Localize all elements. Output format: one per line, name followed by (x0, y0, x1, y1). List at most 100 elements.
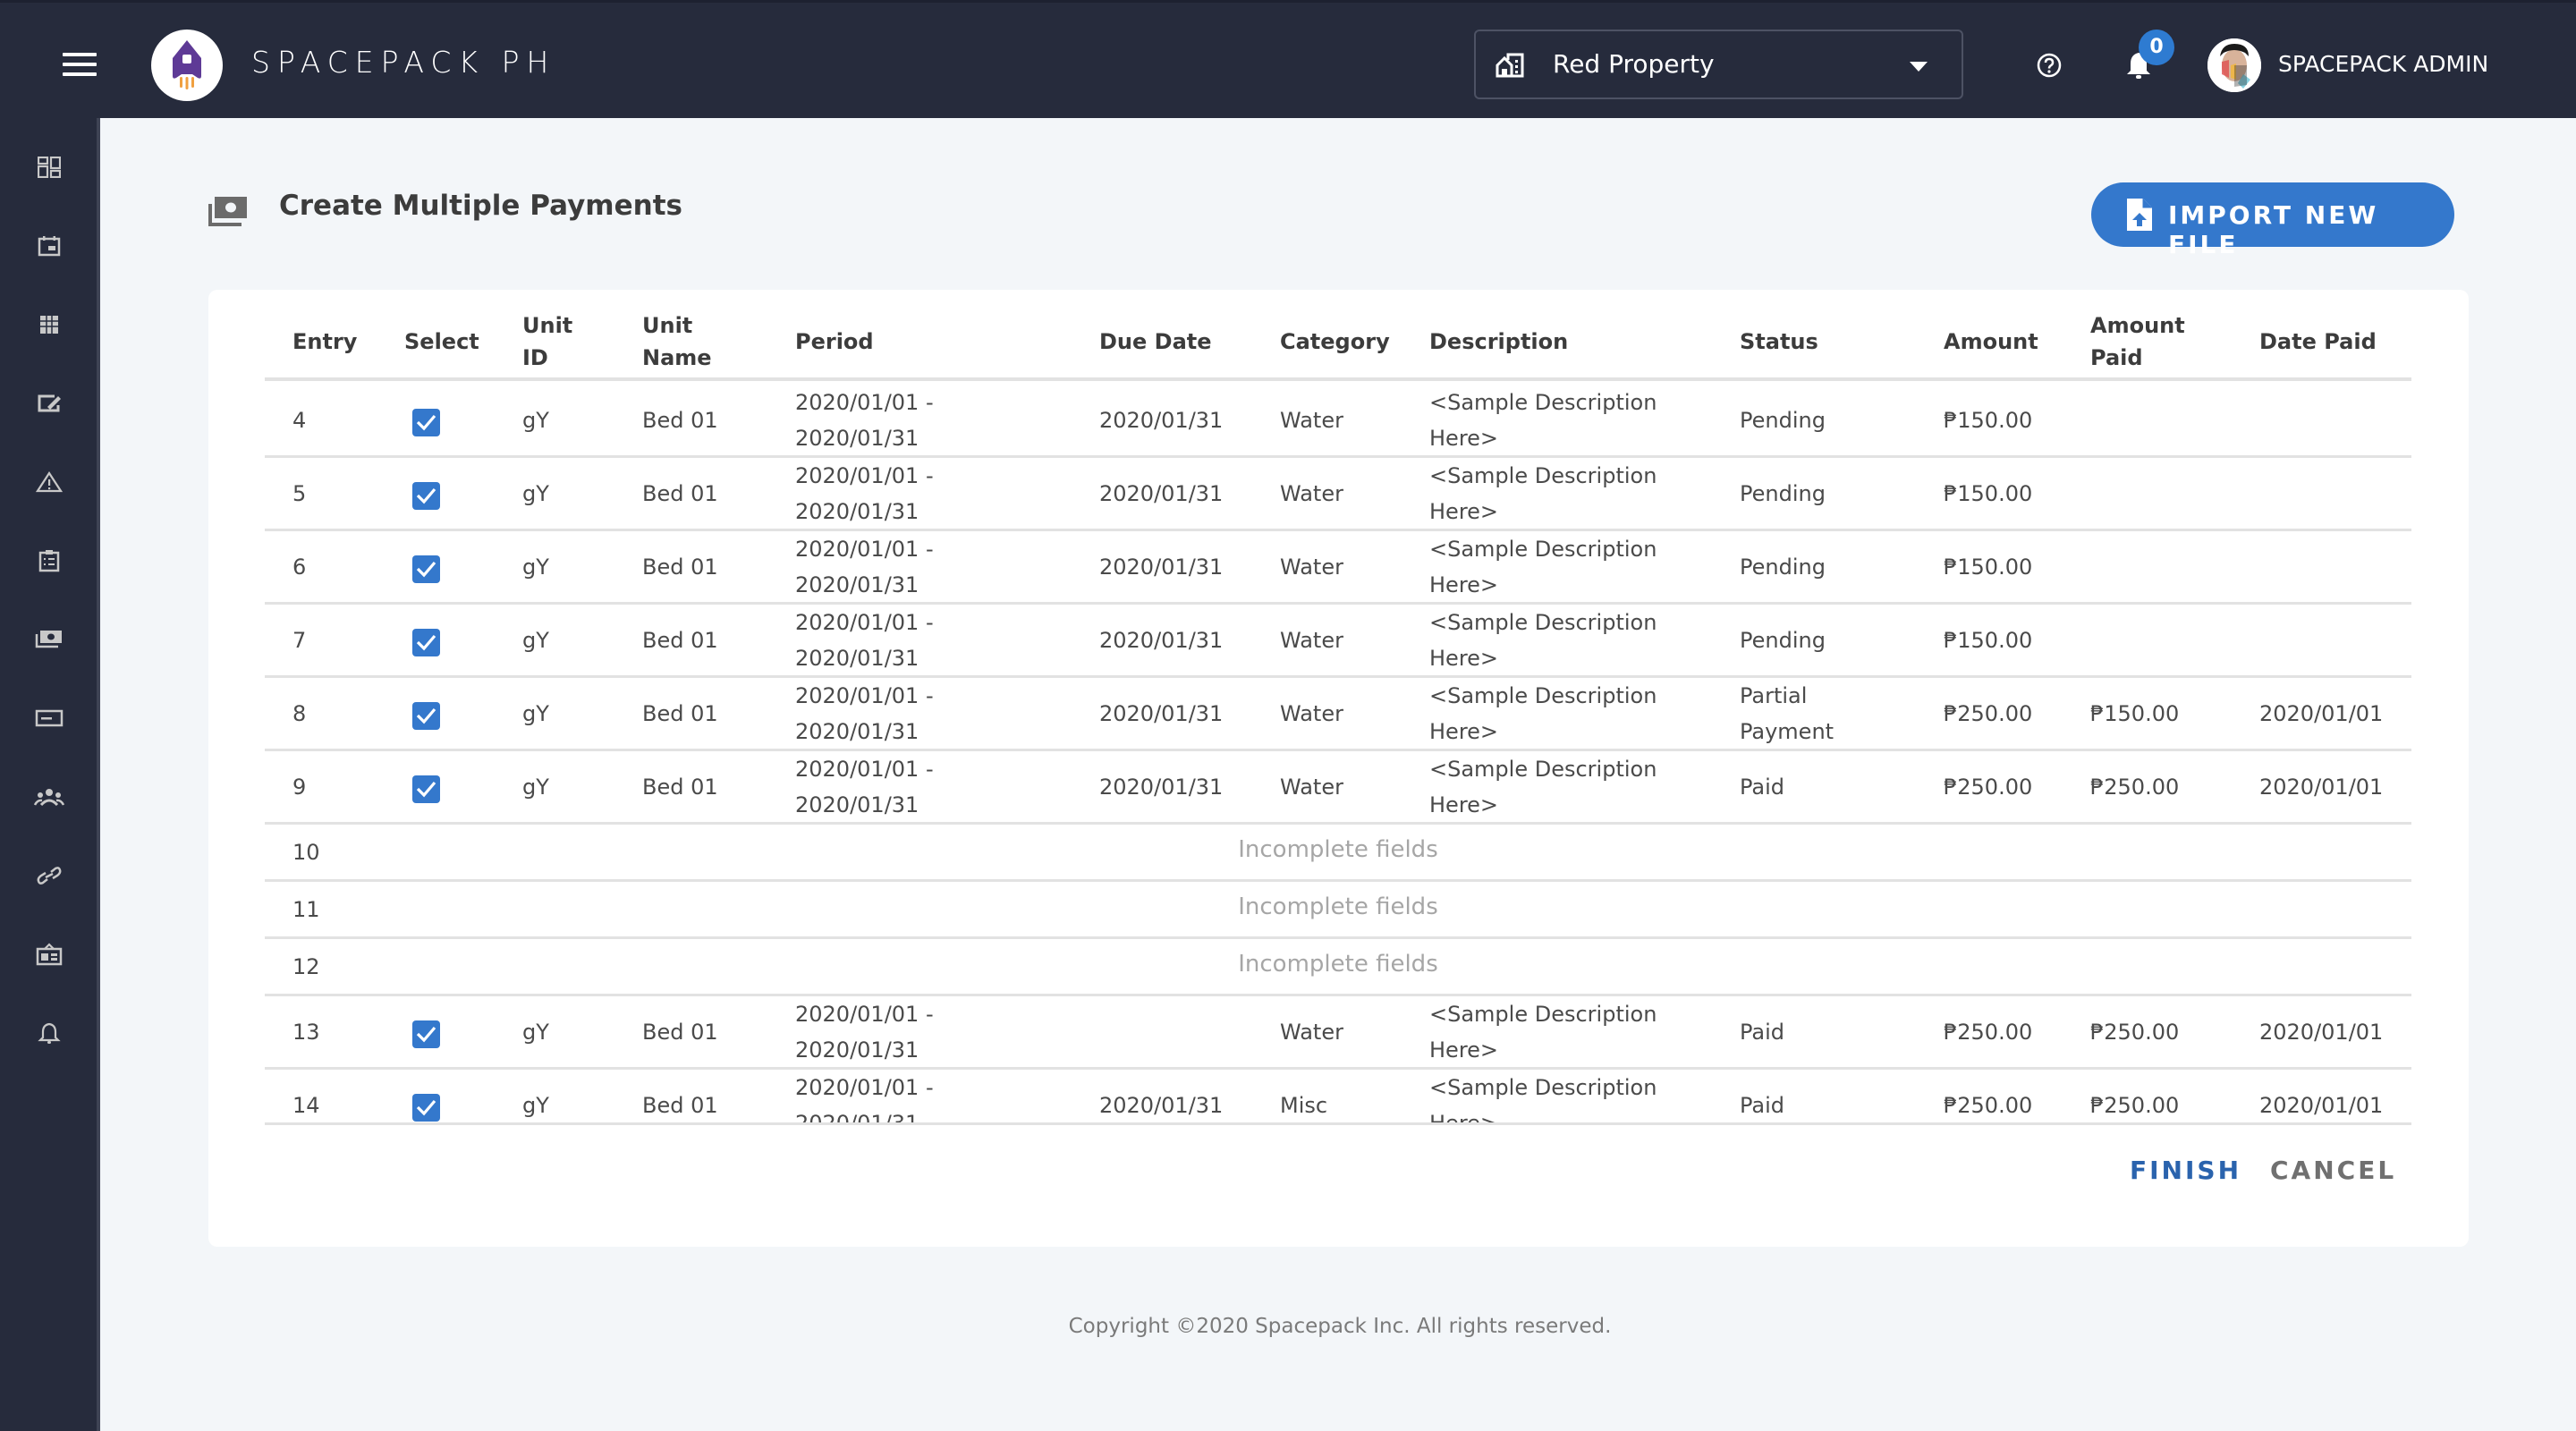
table-row[interactable]: 8 gY Bed 01 2020/01/01 - 2020/01/31 2020/01/3… (265, 678, 2411, 751)
sidebar-item-buildings[interactable] (27, 302, 72, 347)
cell-due-date: 2020/01/31 (1099, 480, 1224, 506)
building-icon (1496, 53, 1524, 78)
cell-date-paid: 2020/01/01 (2259, 700, 2384, 726)
select-checkbox[interactable] (412, 628, 440, 656)
table-row[interactable]: 9 gY Bed 01 2020/01/01 - 2020/01/31 2020/01/3… (265, 751, 2411, 825)
checkmark-icon (416, 414, 436, 430)
header-select[interactable]: Select (404, 326, 479, 359)
header-status[interactable]: Status (1740, 326, 1818, 359)
table-row[interactable]: 4 gY Bed 01 2020/01/01 - 2020/01/31 2020/01/3… (265, 385, 2411, 458)
cell-description-line1: <Sample Description (1429, 1001, 1657, 1027)
select-checkbox[interactable] (412, 1093, 440, 1122)
sidebar-item-links[interactable] (27, 853, 72, 898)
sidebar-item-notifications[interactable] (27, 1011, 72, 1055)
sidebar-item-billing[interactable] (27, 696, 72, 741)
cell-period-start: 2020/01/01 - (795, 756, 934, 782)
table-row[interactable]: 13 gY Bed 01 2020/01/01 - 2020/01/31 Water <Sa… (265, 996, 2411, 1070)
cell-unit-name: Bed 01 (642, 1092, 718, 1118)
import-new-file-button[interactable]: IMPORT NEW FILE (2091, 182, 2454, 259)
property-select[interactable]: Red Property (1474, 30, 1963, 99)
cell-amount: ₱150.00 (1944, 554, 2033, 580)
select-checkbox[interactable] (412, 555, 440, 583)
cell-amount: ₱250.00 (1944, 1092, 2033, 1118)
cell-unit-name: Bed 01 (642, 627, 718, 653)
select-checkbox[interactable] (412, 1020, 440, 1048)
cell-status: Paid (1740, 774, 1785, 800)
header-amount-paid-line2[interactable]: Paid (2090, 342, 2143, 375)
payments-icon (208, 197, 247, 226)
finish-button[interactable]: FINISH (2130, 1156, 2241, 1185)
header-date-paid[interactable]: Date Paid (2259, 326, 2377, 359)
table-row[interactable]: 14 gY Bed 01 2020/01/01 - 2020/01/31 2020/01/… (265, 1070, 2411, 1123)
cell-unit-id: gY (522, 627, 549, 653)
table-row[interactable]: 7 gY Bed 01 2020/01/01 - 2020/01/31 2020/01/3… (265, 605, 2411, 678)
sidebar-item-alerts[interactable] (27, 460, 72, 504)
cell-description-line2: Here> (1429, 498, 1499, 524)
dashboard-icon (38, 157, 61, 178)
header-unit-id-line1[interactable]: Unit (522, 309, 572, 343)
select-checkbox[interactable] (412, 701, 440, 730)
checkmark-icon (416, 561, 436, 577)
cell-unit-id: gY (522, 774, 549, 800)
header-due-date[interactable]: Due Date (1099, 326, 1212, 359)
cell-period-end: 2020/01/31 (795, 425, 919, 451)
header-entry[interactable]: Entry (292, 326, 357, 359)
header-unit-name-line2[interactable]: Name (642, 342, 712, 375)
select-checkbox[interactable] (412, 481, 440, 510)
sidebar-item-calendar[interactable] (27, 224, 72, 268)
cell-description-line1: <Sample Description (1429, 389, 1657, 415)
sidebar-item-payments[interactable] (27, 617, 72, 662)
help-icon[interactable] (2037, 53, 2062, 78)
cell-category: Water (1280, 627, 1343, 653)
cell-status: Paid (1740, 1092, 1785, 1118)
checkmark-icon (416, 1099, 436, 1115)
checkmark-icon (416, 487, 436, 504)
header-unit-name-line1[interactable]: Unit (642, 309, 692, 343)
cell-status: Pending (1740, 554, 1826, 580)
payments-table[interactable]: Entry Select Unit ID Unit Name Period Du… (265, 290, 2411, 1125)
header-category[interactable]: Category (1280, 326, 1390, 359)
header-amount[interactable]: Amount (1944, 326, 2038, 359)
checkmark-icon (416, 634, 436, 650)
cell-amount: ₱250.00 (1944, 1019, 2033, 1045)
table-row-incomplete[interactable]: 12 Incomplete fields (265, 939, 2411, 996)
header-unit-id-line2[interactable]: ID (522, 342, 548, 375)
cell-entry: 9 (292, 774, 307, 800)
sidebar-item-dashboard[interactable] (27, 145, 72, 190)
cell-amount: ₱150.00 (1944, 627, 2033, 653)
cell-unit-id: gY (522, 407, 549, 433)
cell-status: Pending (1740, 480, 1826, 506)
cell-period-start: 2020/01/01 - (795, 1001, 934, 1027)
cell-description-line2: Here> (1429, 1037, 1499, 1063)
cell-period-end: 2020/01/31 (795, 498, 919, 524)
table-row[interactable]: 5 gY Bed 01 2020/01/01 - 2020/01/31 2020/01/3… (265, 458, 2411, 531)
avatar[interactable] (2207, 38, 2261, 92)
checkmark-icon (416, 707, 436, 724)
sidebar-item-staff[interactable] (27, 932, 72, 977)
notification-count-badge: 0 (2139, 30, 2174, 65)
cell-unit-name: Bed 01 (642, 407, 718, 433)
header-period[interactable]: Period (795, 326, 874, 359)
user-name[interactable]: SPACEPACK ADMIN (2278, 51, 2488, 77)
checkmark-icon (416, 781, 436, 797)
cell-period-start: 2020/01/01 - (795, 1074, 934, 1100)
menu-icon[interactable] (63, 53, 97, 76)
cell-period-start: 2020/01/01 - (795, 609, 934, 635)
select-checkbox[interactable] (412, 408, 440, 436)
select-checkbox[interactable] (412, 775, 440, 803)
table-row-incomplete[interactable]: 10 Incomplete fields (265, 825, 2411, 882)
table-row-incomplete[interactable]: 11 Incomplete fields (265, 882, 2411, 939)
cell-due-date: 2020/01/31 (1099, 1092, 1224, 1118)
table-row[interactable]: 6 gY Bed 01 2020/01/01 - 2020/01/31 2020/01/3… (265, 531, 2411, 605)
sidebar-item-tasks[interactable] (27, 538, 72, 583)
header-amount-paid-line1[interactable]: Amount (2090, 309, 2185, 343)
sidebar-item-tenants[interactable] (27, 775, 72, 819)
cell-unit-name: Bed 01 (642, 700, 718, 726)
cell-period-start: 2020/01/01 - (795, 682, 934, 708)
sidebar-item-edit[interactable] (27, 381, 72, 426)
cell-status: Pending (1740, 407, 1826, 433)
cancel-button[interactable]: CANCEL (2270, 1156, 2396, 1185)
header-description[interactable]: Description (1429, 326, 1568, 359)
cell-unit-id: gY (522, 554, 549, 580)
cell-entry: 14 (292, 1092, 320, 1118)
